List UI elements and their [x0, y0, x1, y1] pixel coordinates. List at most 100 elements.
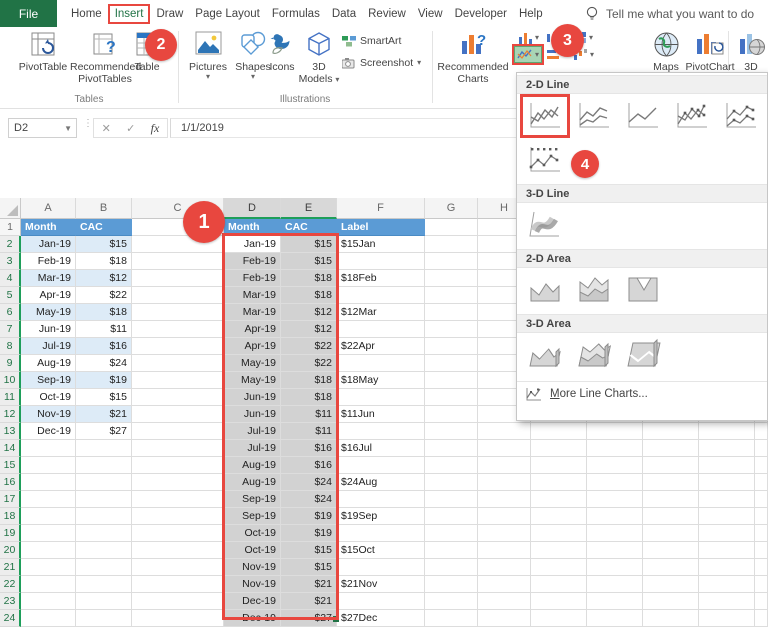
- row-header-17[interactable]: 17: [0, 491, 21, 508]
- cell-E16[interactable]: $24: [281, 474, 337, 491]
- col-header-E[interactable]: E: [281, 198, 337, 219]
- cell-C18[interactable]: [132, 508, 224, 525]
- cell-F4[interactable]: $18Feb: [337, 270, 425, 287]
- cell[interactable]: [699, 457, 755, 474]
- cell-H21[interactable]: [478, 559, 531, 576]
- cell-H13[interactable]: [478, 423, 531, 440]
- row-header-23[interactable]: 23: [0, 593, 21, 610]
- cell-D23[interactable]: Dec-19: [224, 593, 281, 610]
- menu-item-3d-area[interactable]: [525, 338, 565, 372]
- cell-B13[interactable]: $27: [76, 423, 132, 440]
- cell-A22[interactable]: [21, 576, 76, 593]
- cell-C8[interactable]: [132, 338, 224, 355]
- cell-C24[interactable]: [132, 610, 224, 627]
- cell-C5[interactable]: [132, 287, 224, 304]
- cell-C22[interactable]: [132, 576, 224, 593]
- cell-B10[interactable]: $19: [76, 372, 132, 389]
- cell-F23[interactable]: [337, 593, 425, 610]
- cell-H15[interactable]: [478, 457, 531, 474]
- cell-E24[interactable]: $27: [281, 610, 337, 627]
- cell-B24[interactable]: [76, 610, 132, 627]
- cell-H16[interactable]: [478, 474, 531, 491]
- cell[interactable]: [643, 457, 699, 474]
- cell-F16[interactable]: $24Aug: [337, 474, 425, 491]
- cell-F6[interactable]: $12Mar: [337, 304, 425, 321]
- cell-E17[interactable]: $24: [281, 491, 337, 508]
- cell-C20[interactable]: [132, 542, 224, 559]
- cell[interactable]: [755, 457, 768, 474]
- cell-G19[interactable]: [425, 525, 478, 542]
- cell-C15[interactable]: [132, 457, 224, 474]
- row-header-8[interactable]: 8: [0, 338, 21, 355]
- cell[interactable]: [643, 423, 699, 440]
- cell-E10[interactable]: $18: [281, 372, 337, 389]
- row-header-11[interactable]: 11: [0, 389, 21, 406]
- cell[interactable]: [531, 576, 587, 593]
- cell[interactable]: [531, 474, 587, 491]
- row-header-14[interactable]: 14: [0, 440, 21, 457]
- cell-F3[interactable]: [337, 253, 425, 270]
- pivottable-button[interactable]: PivotTable: [14, 31, 72, 73]
- cell-F5[interactable]: [337, 287, 425, 304]
- cell-G20[interactable]: [425, 542, 478, 559]
- cell[interactable]: [587, 440, 643, 457]
- tell-me-box[interactable]: Tell me what you want to do: [585, 0, 754, 27]
- more-line-charts-item[interactable]: More Line Charts...: [517, 381, 767, 406]
- cell-F15[interactable]: [337, 457, 425, 474]
- cell[interactable]: [643, 440, 699, 457]
- cell-F19[interactable]: [337, 525, 425, 542]
- menu-item-area[interactable]: [525, 273, 565, 307]
- cell-A11[interactable]: Oct-19: [21, 389, 76, 406]
- tab-data[interactable]: Data: [326, 4, 362, 24]
- cell[interactable]: [587, 559, 643, 576]
- cell[interactable]: [643, 508, 699, 525]
- cell[interactable]: [531, 610, 587, 627]
- cell[interactable]: [531, 491, 587, 508]
- cell[interactable]: [531, 508, 587, 525]
- cell[interactable]: [643, 593, 699, 610]
- cell-D5[interactable]: Mar-19: [224, 287, 281, 304]
- cell[interactable]: [643, 525, 699, 542]
- cell-B12[interactable]: $21: [76, 406, 132, 423]
- cell[interactable]: [531, 440, 587, 457]
- cell[interactable]: [699, 508, 755, 525]
- cell[interactable]: [699, 440, 755, 457]
- cell-C13[interactable]: [132, 423, 224, 440]
- cell-E22[interactable]: $21: [281, 576, 337, 593]
- cell-G7[interactable]: [425, 321, 478, 338]
- row-header-21[interactable]: 21: [0, 559, 21, 576]
- cell-C12[interactable]: [132, 406, 224, 423]
- cell-C3[interactable]: [132, 253, 224, 270]
- tab-view[interactable]: View: [412, 4, 449, 24]
- cell[interactable]: [587, 491, 643, 508]
- cell-E2[interactable]: $15: [281, 236, 337, 253]
- cell-D15[interactable]: Aug-19: [224, 457, 281, 474]
- row-header-2[interactable]: 2: [0, 236, 21, 253]
- cell-D17[interactable]: Sep-19: [224, 491, 281, 508]
- cell-B15[interactable]: [76, 457, 132, 474]
- cell-E19[interactable]: $19: [281, 525, 337, 542]
- cell-C6[interactable]: [132, 304, 224, 321]
- cell-E1[interactable]: CAC: [281, 219, 337, 236]
- cell-B3[interactable]: $18: [76, 253, 132, 270]
- cell-A18[interactable]: [21, 508, 76, 525]
- cell[interactable]: [587, 576, 643, 593]
- cell-G3[interactable]: [425, 253, 478, 270]
- cell-B22[interactable]: [76, 576, 132, 593]
- cell-B7[interactable]: $11: [76, 321, 132, 338]
- cell-E18[interactable]: $19: [281, 508, 337, 525]
- cell-E13[interactable]: $11: [281, 423, 337, 440]
- cell[interactable]: [587, 610, 643, 627]
- menu-item-100-stacked-line-with-markers[interactable]: [525, 143, 565, 177]
- cell-H17[interactable]: [478, 491, 531, 508]
- cell-F7[interactable]: [337, 321, 425, 338]
- cell-D1[interactable]: Month: [224, 219, 281, 236]
- cell[interactable]: [699, 491, 755, 508]
- cell[interactable]: [699, 423, 755, 440]
- cell-D22[interactable]: Nov-19: [224, 576, 281, 593]
- smartart-button[interactable]: SmartArt: [342, 35, 401, 47]
- col-header-B[interactable]: B: [76, 198, 132, 219]
- cell-F2[interactable]: $15Jan: [337, 236, 425, 253]
- select-all-corner[interactable]: [0, 198, 21, 219]
- col-header-F[interactable]: F: [337, 198, 425, 219]
